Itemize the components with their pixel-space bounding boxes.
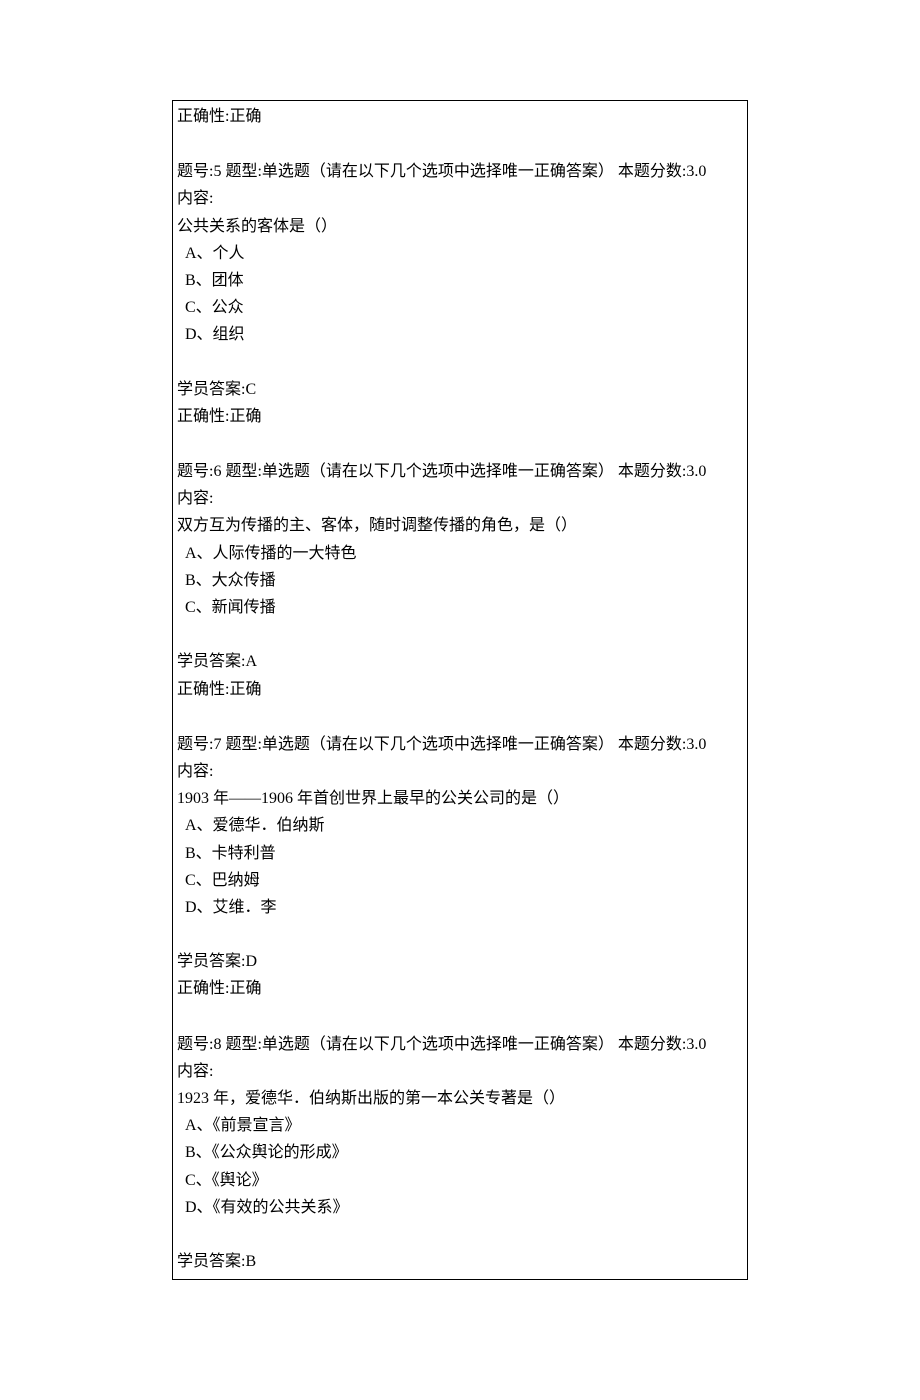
correctness-line: 正确性:正确 [177,403,743,430]
spacer [177,621,743,648]
correctness-value: 正确 [229,681,261,698]
correctness-label: 正确性: [177,681,229,698]
question-header: 题号:8 题型:单选题（请在以下几个选项中选择唯一正确答案） 本题分数:3.0 [177,1031,743,1058]
option-a: A、个人 [177,240,743,267]
answer-value: B [245,1253,256,1270]
correctness-value: 正确 [229,408,261,425]
content-label: 内容: [177,758,743,785]
correctness-label: 正确性: [177,108,229,125]
option-b: B、团体 [177,267,743,294]
question-stem: 1923 年，爱德华．伯纳斯出版的第一本公关专著是（） [177,1085,743,1112]
option-c: C、新闻传播 [177,594,743,621]
answer-value: C [245,381,256,398]
answer-label: 学员答案: [177,953,245,970]
answer-line: 学员答案:B [177,1248,743,1275]
option-a: A、人际传播的一大特色 [177,540,743,567]
content-label: 内容: [177,485,743,512]
question-header: 题号:7 题型:单选题（请在以下几个选项中选择唯一正确答案） 本题分数:3.0 [177,731,743,758]
content-label: 内容: [177,1058,743,1085]
option-c: C、《舆论》 [177,1167,743,1194]
option-c: C、公众 [177,294,743,321]
question-header: 题号:6 题型:单选题（请在以下几个选项中选择唯一正确答案） 本题分数:3.0 [177,458,743,485]
content-frame: 正确性:正确 题号:5 题型:单选题（请在以下几个选项中选择唯一正确答案） 本题… [172,100,748,1280]
correctness-value: 正确 [229,108,261,125]
question-header: 题号:5 题型:单选题（请在以下几个选项中选择唯一正确答案） 本题分数:3.0 [177,158,743,185]
option-b: B、卡特利普 [177,840,743,867]
prev-question-tail: 正确性:正确 [177,103,743,130]
correctness-value: 正确 [229,980,261,997]
question-5: 题号:5 题型:单选题（请在以下几个选项中选择唯一正确答案） 本题分数:3.0 … [177,158,743,430]
correctness-label: 正确性: [177,980,229,997]
content-label: 内容: [177,185,743,212]
answer-line: 学员答案:D [177,948,743,975]
answer-value: A [245,653,257,670]
question-6: 题号:6 题型:单选题（请在以下几个选项中选择唯一正确答案） 本题分数:3.0 … [177,458,743,703]
correctness-line: 正确性:正确 [177,975,743,1002]
answer-label: 学员答案: [177,1253,245,1270]
page: 正确性:正确 题号:5 题型:单选题（请在以下几个选项中选择唯一正确答案） 本题… [0,0,920,1400]
option-a: A、爱德华．伯纳斯 [177,812,743,839]
correctness-line: 正确性:正确 [177,676,743,703]
answer-value: D [245,953,257,970]
option-d: D、艾维．李 [177,894,743,921]
answer-line: 学员答案:C [177,376,743,403]
question-stem: 1903 年——1906 年首创世界上最早的公关公司的是（） [177,785,743,812]
option-d: D、《有效的公共关系》 [177,1194,743,1221]
answer-label: 学员答案: [177,653,245,670]
option-d: D、组织 [177,321,743,348]
question-8: 题号:8 题型:单选题（请在以下几个选项中选择唯一正确答案） 本题分数:3.0 … [177,1031,743,1276]
question-stem: 公共关系的客体是（） [177,213,743,240]
correctness-line: 正确性:正确 [177,103,743,130]
answer-line: 学员答案:A [177,648,743,675]
spacer [177,1221,743,1248]
question-stem: 双方互为传播的主、客体，随时调整传播的角色，是（） [177,512,743,539]
correctness-label: 正确性: [177,408,229,425]
spacer [177,921,743,948]
spacer [177,349,743,376]
question-7: 题号:7 题型:单选题（请在以下几个选项中选择唯一正确答案） 本题分数:3.0 … [177,731,743,1003]
answer-label: 学员答案: [177,381,245,398]
option-b: B、大众传播 [177,567,743,594]
option-c: C、巴纳姆 [177,867,743,894]
option-a: A、《前景宣言》 [177,1112,743,1139]
option-b: B、《公众舆论的形成》 [177,1139,743,1166]
